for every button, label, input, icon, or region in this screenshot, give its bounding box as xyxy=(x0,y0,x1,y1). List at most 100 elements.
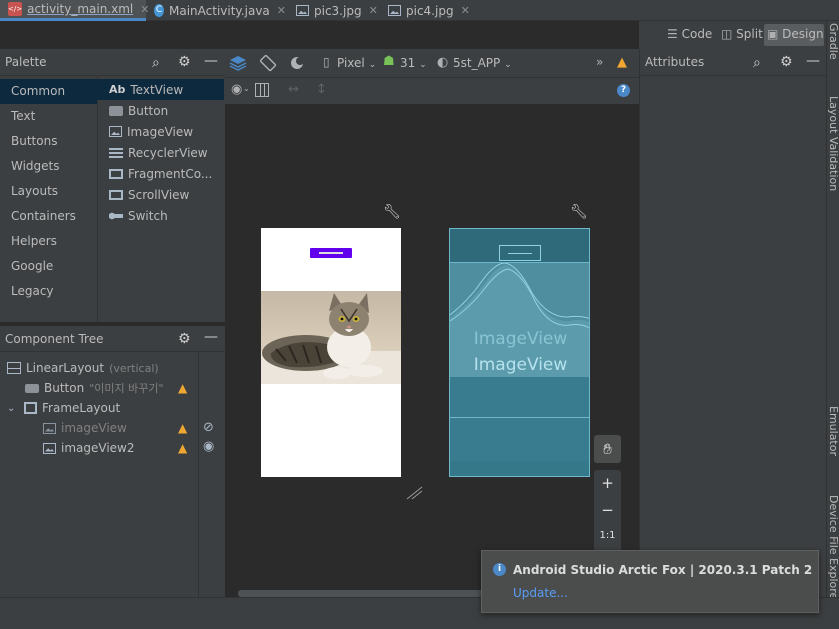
framelayout-icon xyxy=(24,402,37,414)
tree-node-framelayout[interactable]: ⌄ FrameLayout xyxy=(7,398,120,418)
palette-category-buttons[interactable]: Buttons xyxy=(0,129,97,154)
help-icon[interactable]: ? xyxy=(617,84,630,97)
blueprint-row xyxy=(450,377,589,418)
more-icon[interactable]: » xyxy=(596,55,603,69)
gear-icon[interactable]: ⚙ xyxy=(178,54,191,70)
palette-item-button[interactable]: Button xyxy=(97,100,224,121)
palette-category-containers[interactable]: Containers xyxy=(0,204,97,229)
tree-node-button[interactable]: Button "이미지 바꾸기" xyxy=(25,378,195,398)
warning-icon[interactable]: ▲ xyxy=(178,441,187,455)
tab-mainactivity-java[interactable]: C MainActivity.java ✕ xyxy=(146,0,286,21)
orientation-icon[interactable] xyxy=(259,54,277,72)
design-canvas[interactable]: 🔧︎ 🔧︎ ImageView ImageView ✋︎ + − 1:1 xyxy=(225,104,639,599)
theme-dropdown[interactable]: 5st_APP ⌄ xyxy=(453,56,512,70)
chevron-down-icon[interactable]: ⌄ xyxy=(7,403,19,414)
palette-header: Palette xyxy=(0,49,225,76)
eye-icon[interactable]: ◉ xyxy=(231,82,242,97)
horizontal-scrollbar[interactable] xyxy=(238,590,488,597)
api-dropdown[interactable]: 31 ⌄ xyxy=(400,56,427,70)
palette-item-recyclerview[interactable]: RecyclerView xyxy=(97,142,224,163)
design-view-button[interactable]: ▣ Design xyxy=(764,24,824,46)
palette-category-google[interactable]: Google xyxy=(0,254,97,279)
wrench-icon[interactable]: 🔧︎ xyxy=(383,204,401,220)
imageview-icon xyxy=(43,422,56,434)
layers-icon[interactable] xyxy=(229,54,247,72)
chevron-down-icon[interactable]: ⌄ xyxy=(243,84,250,93)
search-icon[interactable]: ⌕ xyxy=(753,55,761,71)
button-icon xyxy=(109,105,123,116)
zoom-in-button[interactable]: + xyxy=(594,470,621,497)
search-icon[interactable]: ⌕ xyxy=(152,55,160,71)
horizontal-arrows-icon: ↔ xyxy=(288,82,299,97)
pan-hand-button[interactable]: ✋︎ xyxy=(594,435,621,463)
tree-node-linearlayout[interactable]: LinearLayout (vertical) xyxy=(7,358,159,378)
palette-item-imageview[interactable]: ImageView xyxy=(97,121,224,142)
palette-item-switch[interactable]: Switch xyxy=(97,205,224,226)
tab-label: pic3.jpg xyxy=(314,3,362,18)
palette-item-textview[interactable]: Ab TextView xyxy=(97,79,224,100)
theme-icon: ◐ xyxy=(437,55,449,70)
update-notification[interactable]: i Android Studio Arctic Fox | 2020.3.1 P… xyxy=(481,550,819,613)
tab-label: activity_main.xml xyxy=(27,2,134,16)
device-dropdown[interactable]: Pixel ⌄ xyxy=(337,56,376,70)
minimize-icon[interactable]: — xyxy=(204,329,218,345)
layout-validation-tool-tab[interactable]: Layout Validation xyxy=(827,96,839,191)
split-view-button[interactable]: ◫ Split xyxy=(721,27,763,41)
image-icon: ▣ xyxy=(767,27,779,41)
tree-node-imageview[interactable]: imageView xyxy=(43,418,127,438)
grid-icon[interactable] xyxy=(255,83,269,97)
palette-category-legacy[interactable]: Legacy xyxy=(0,279,97,304)
minimize-icon[interactable]: — xyxy=(806,53,820,69)
blueprint-navbar xyxy=(450,461,589,476)
imageview-icon xyxy=(43,442,56,454)
blueprint-button[interactable] xyxy=(499,245,541,261)
wrench-icon[interactable]: 🔧︎ xyxy=(570,204,588,220)
preview-button[interactable] xyxy=(310,248,352,258)
list-icon xyxy=(109,147,123,158)
design-preview-screen[interactable] xyxy=(261,228,401,477)
warning-icon[interactable]: ▲ xyxy=(178,381,187,395)
close-icon[interactable]: ✕ xyxy=(277,4,286,17)
warning-icon[interactable]: ▲ xyxy=(617,55,627,70)
button-icon xyxy=(25,383,39,393)
palette-item-fragmentcontainer[interactable]: FragmentCo... xyxy=(97,163,224,184)
chevron-down-icon: ⌄ xyxy=(368,60,377,70)
night-mode-icon[interactable] xyxy=(289,55,307,71)
switch-icon xyxy=(109,210,123,221)
eye-icon[interactable]: ◉ xyxy=(203,439,214,454)
tab-activity-main-xml[interactable]: </> activity_main.xml ✕ xyxy=(0,0,149,21)
gear-icon[interactable]: ⚙ xyxy=(178,331,191,347)
tab-pic3-jpg[interactable]: pic3.jpg ✕ xyxy=(288,0,380,21)
attributes-panel: Attributes ⌕ ⚙ — xyxy=(639,49,826,597)
palette-item-label: FragmentCo... xyxy=(128,166,213,181)
palette-category-common[interactable]: Common xyxy=(0,79,97,104)
gradle-tool-tab[interactable]: Gradle xyxy=(827,23,839,60)
close-icon[interactable]: ✕ xyxy=(369,4,378,17)
palette-item-label: ImageView xyxy=(127,124,194,139)
gear-icon[interactable]: ⚙ xyxy=(780,54,793,70)
palette-category-helpers[interactable]: Helpers xyxy=(0,229,97,254)
tree-node-imageview2[interactable]: imageView2 xyxy=(43,438,135,458)
preview-button-text xyxy=(319,252,343,254)
palette-category-layouts[interactable]: Layouts xyxy=(0,179,97,204)
palette-item-scrollview[interactable]: ScrollView xyxy=(97,184,224,205)
attributes-title: Attributes xyxy=(645,55,705,69)
hidden-eye-icon[interactable]: ⊘ xyxy=(203,420,214,435)
palette-category-text[interactable]: Text xyxy=(0,104,97,129)
scrollview-icon xyxy=(109,189,123,200)
tab-pic4-jpg[interactable]: pic4.jpg ✕ xyxy=(380,0,472,21)
resize-handle[interactable] xyxy=(405,486,423,500)
palette-category-widgets[interactable]: Widgets xyxy=(0,154,97,179)
tree-node-label: Button xyxy=(44,381,85,395)
zoom-actual-size-button[interactable]: 1:1 xyxy=(594,523,621,549)
blueprint-screen[interactable]: ImageView ImageView xyxy=(449,228,590,477)
warning-icon[interactable]: ▲ xyxy=(178,421,187,435)
device-file-explorer-tool-tab[interactable]: Device File Explorer xyxy=(827,495,839,604)
minimize-icon[interactable]: — xyxy=(204,53,218,69)
close-icon[interactable]: ✕ xyxy=(461,4,470,17)
code-view-button[interactable]: ☰ Code xyxy=(667,27,712,41)
zoom-out-button[interactable]: − xyxy=(594,497,621,523)
notification-title: Android Studio Arctic Fox | 2020.3.1 Pat… xyxy=(513,563,813,577)
emulator-tool-tab[interactable]: Emulator xyxy=(827,406,839,456)
update-link[interactable]: Update... xyxy=(513,586,568,600)
